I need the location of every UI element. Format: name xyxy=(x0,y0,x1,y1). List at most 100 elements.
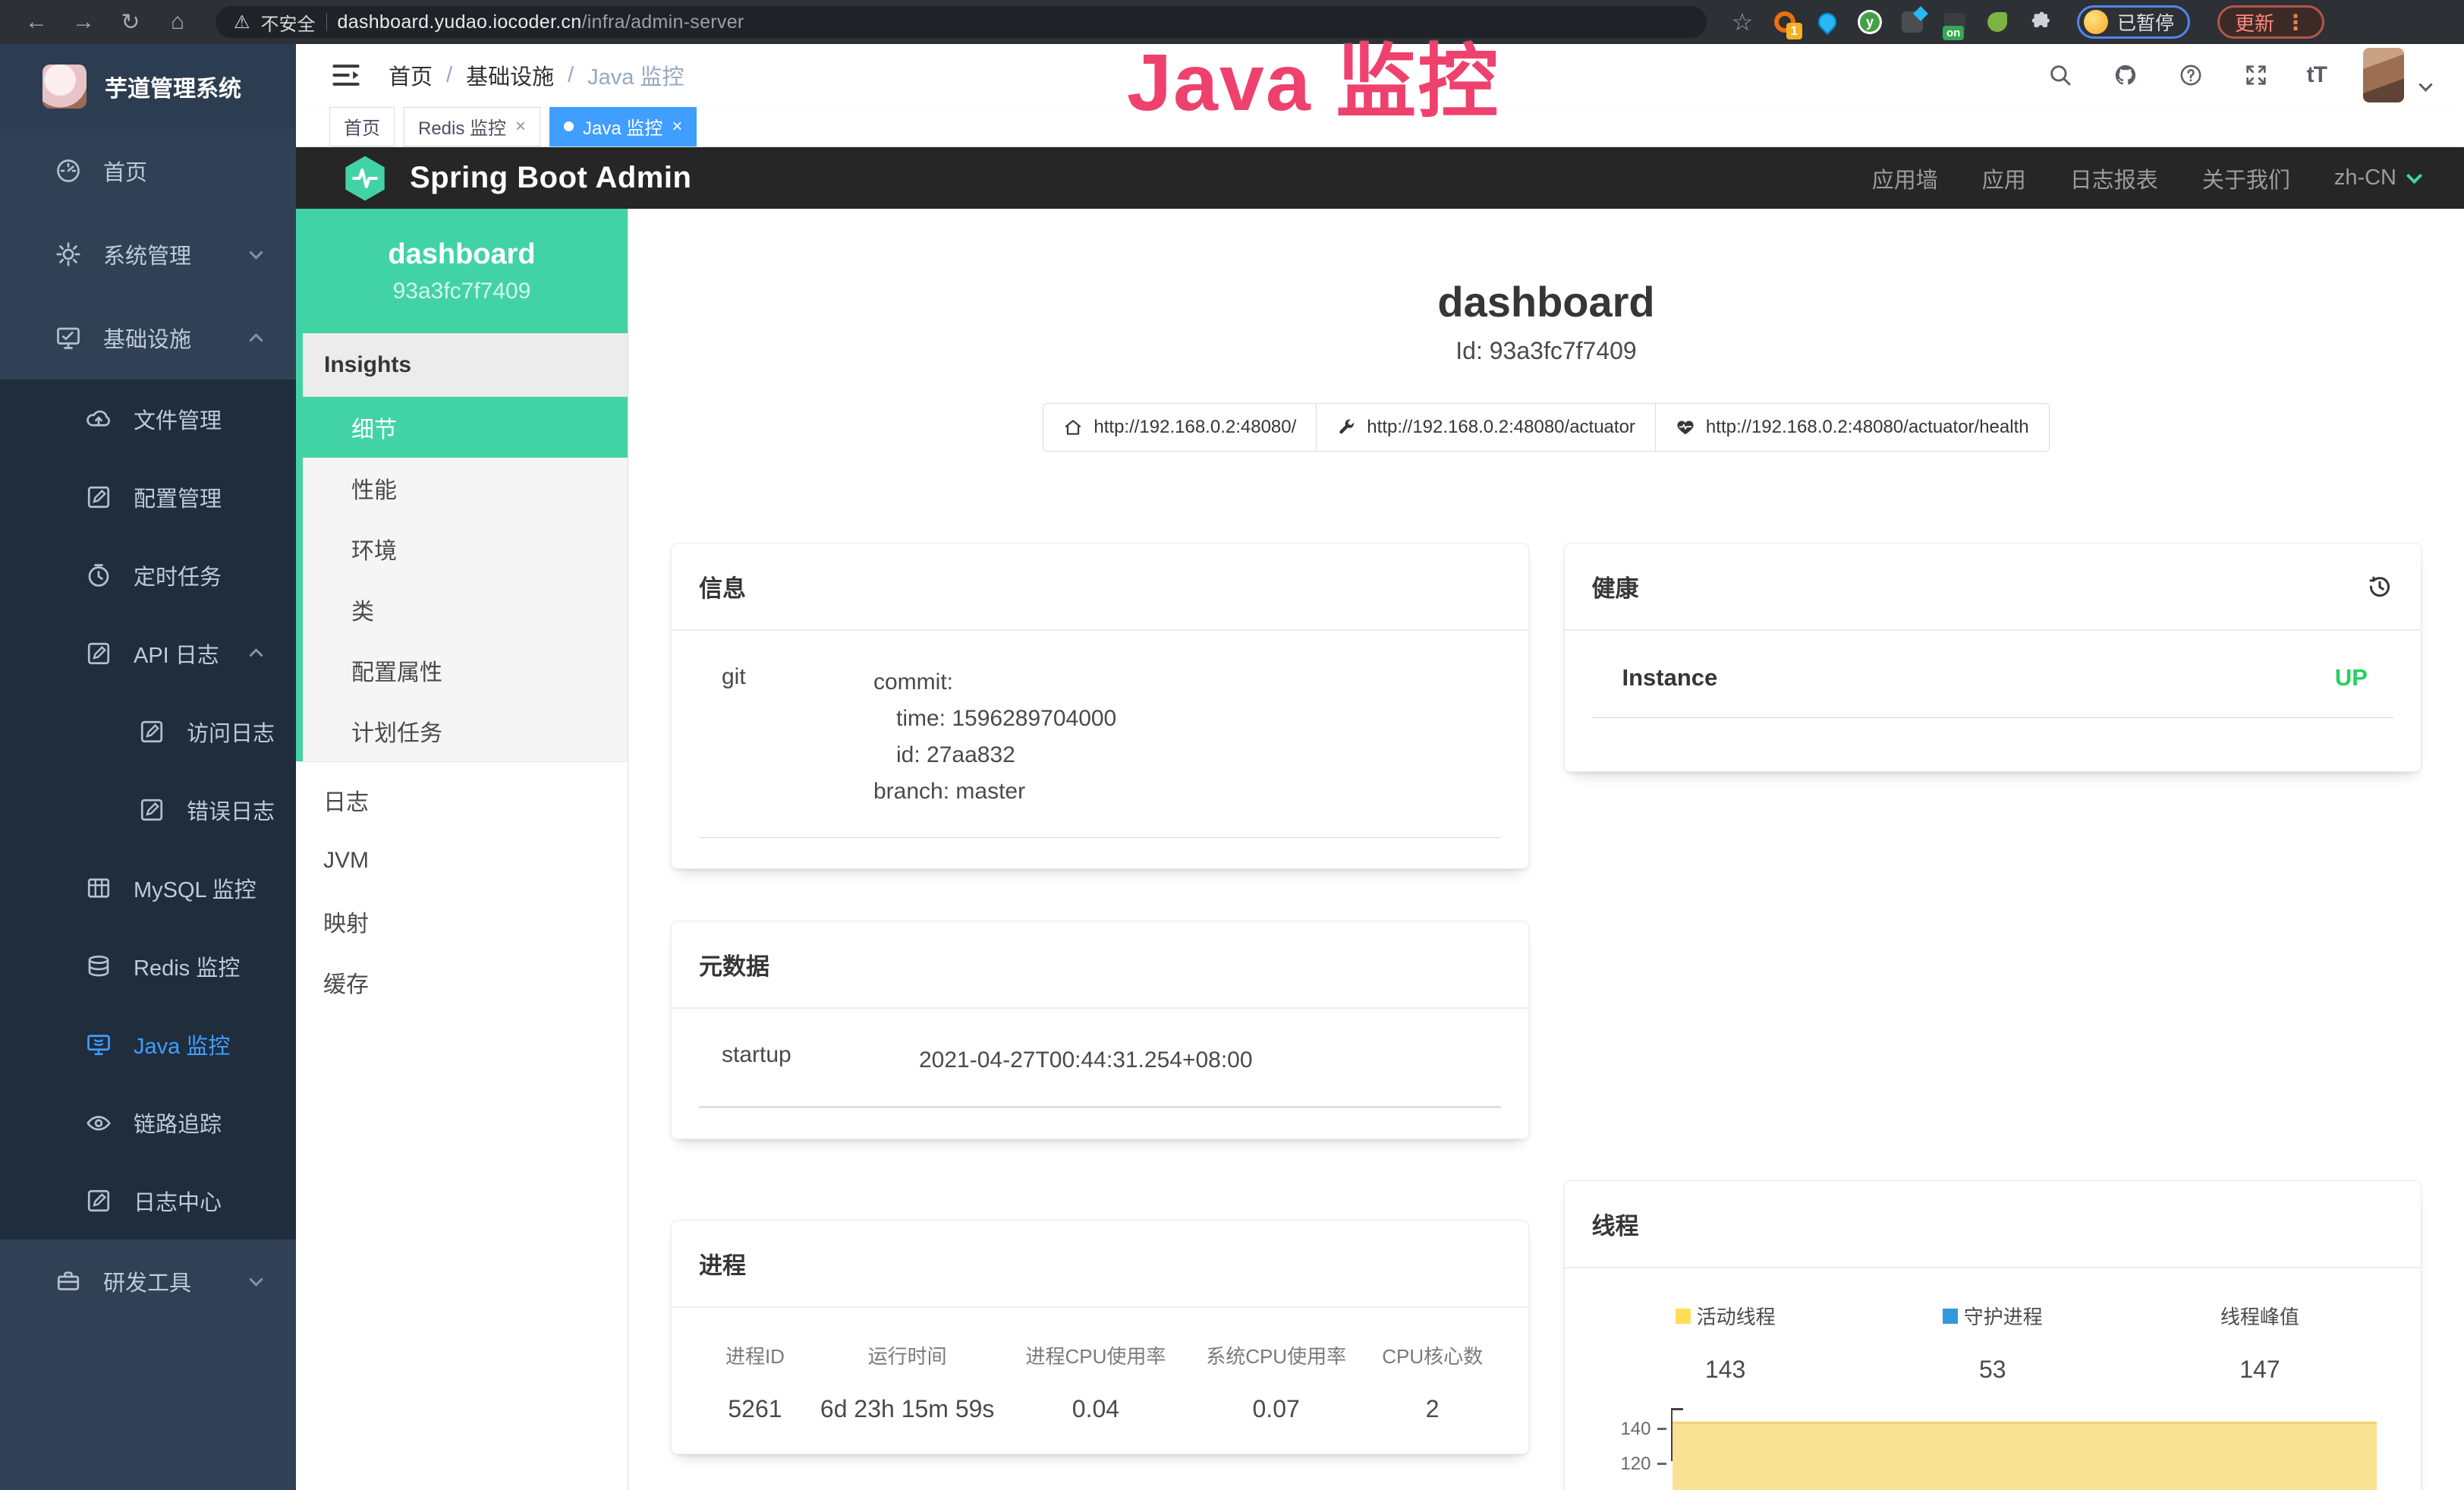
user-menu-caret-icon[interactable] xyxy=(2418,77,2432,91)
home-icon[interactable]: ⌂ xyxy=(158,5,197,39)
sidebar-item-config[interactable]: 配置管理 xyxy=(0,458,296,536)
url-text[interactable]: dashboard.yudao.iocoder.cn/infra/admin-s… xyxy=(338,11,744,33)
sba-item-logging[interactable]: 日志 xyxy=(296,770,628,830)
sba-brand[interactable]: Spring Boot Admin xyxy=(340,153,691,203)
sidebar-item-system[interactable]: 系统管理 xyxy=(0,213,296,296)
url-host: dashboard.yudao.iocoder.cn xyxy=(338,11,582,33)
sba-nav-journal[interactable]: 日志报表 xyxy=(2070,162,2158,194)
sidebar-item-redis[interactable]: Redis 监控 xyxy=(0,927,296,1005)
sba-item-configprops[interactable]: 配置属性 xyxy=(303,640,628,701)
sba-item-details[interactable]: 细节 xyxy=(303,397,628,458)
home-icon xyxy=(1063,417,1083,437)
breadcrumb-separator: / xyxy=(446,63,452,88)
sba-item-metrics[interactable]: 性能 xyxy=(303,458,628,518)
sba-item-mappings[interactable]: 映射 xyxy=(296,891,628,952)
user-avatar[interactable] xyxy=(2363,48,2404,102)
close-icon[interactable]: × xyxy=(515,118,526,136)
chevron-down-icon xyxy=(2406,168,2422,184)
security-label[interactable]: 不安全 xyxy=(261,9,316,36)
process-value-cpus: 2 xyxy=(1364,1395,1501,1423)
sba-nav-links: 应用墙 应用 日志报表 关于我们 zh-CN xyxy=(1872,162,2420,194)
sba-item-caches[interactable]: 缓存 xyxy=(296,952,628,1013)
history-icon[interactable] xyxy=(2366,573,2393,600)
sidebar-item-error-log[interactable]: 错误日志 xyxy=(0,770,296,849)
cards-right-column: 健康 Instance UP xyxy=(1564,543,2422,1490)
browser-extensions: ☆ 1 y on 已暂停 更新 ⋮ xyxy=(1729,5,2324,39)
service-url-button[interactable]: http://192.168.0.2:48080/ xyxy=(1043,403,1317,452)
process-table: 进程ID 运行时间 进程CPU使用率 系统CPU使用率 CPU核心数 5261 … xyxy=(699,1341,1501,1423)
sidebar-item-mysql[interactable]: MySQL 监控 xyxy=(0,849,296,927)
screen: ← → ↻ ⌂ ⚠ 不安全 dashboard.yudao.iocoder.cn… xyxy=(0,0,2464,1490)
extensions-puzzle-icon[interactable] xyxy=(2027,9,2053,35)
sidebar-item-trace[interactable]: 链路追踪 xyxy=(0,1083,296,1161)
sba-nav-applications[interactable]: 应用 xyxy=(1982,162,2026,194)
access-log-icon xyxy=(138,718,165,745)
fullscreen-icon[interactable] xyxy=(2242,61,2270,90)
extension-leaf-icon[interactable] xyxy=(1984,9,2010,35)
extension-orange-icon[interactable]: 1 xyxy=(1772,9,1798,35)
daemon-threads-value: 53 xyxy=(1859,1356,2126,1384)
sba-instance-sidebar: dashboard 93a3fc7f7409 Insights 细节 性能 环境… xyxy=(296,209,628,1490)
threads-card: 线程 活动线程 143 守护进程 xyxy=(1564,1180,2422,1490)
ytick-120: 120 xyxy=(1592,1454,1651,1475)
font-size-icon[interactable]: tT xyxy=(2307,62,2327,88)
sidebar-item-file[interactable]: 文件管理 xyxy=(0,380,296,458)
sidebar-item-label: 文件管理 xyxy=(134,403,222,435)
process-header-cpus: CPU核心数 xyxy=(1364,1341,1501,1369)
extension-grid-icon[interactable] xyxy=(1899,9,1925,35)
instance-id-line: Id: 93a3fc7f7409 xyxy=(628,337,2464,365)
app-shell: 芋道管理系统 首页 系统管理 基础设施 xyxy=(0,44,2464,1490)
bookmark-star-icon[interactable]: ☆ xyxy=(1729,9,1755,35)
sba-nav-wallboard[interactable]: 应用墙 xyxy=(1872,162,1938,194)
sidebar-item-label: Redis 监控 xyxy=(134,950,240,982)
github-icon[interactable] xyxy=(2111,61,2140,90)
sba-item-environment[interactable]: 环境 xyxy=(303,518,628,579)
extension-pin-icon[interactable] xyxy=(1814,9,1840,35)
annotation-java-monitor: Java 监控 xyxy=(1127,17,1499,134)
actuator-url-button[interactable]: http://192.168.0.2:48080/actuator xyxy=(1316,403,1656,452)
health-heart-icon xyxy=(1676,417,1695,437)
cards-area: 信息 git commit: time: 1596289704000 id: 2… xyxy=(628,452,2464,1490)
tick-mark xyxy=(1657,1428,1666,1430)
instance-id: 93a3fc7f7409 xyxy=(393,279,531,304)
extension-switch-icon[interactable]: on xyxy=(1942,9,1968,35)
app-logo[interactable]: 芋道管理系统 xyxy=(0,44,296,129)
profile-paused-chip[interactable]: 已暂停 xyxy=(2077,5,2190,39)
tab-redis-monitor[interactable]: Redis 监控 × xyxy=(404,107,540,146)
sidebar-item-java-monitor[interactable]: Java 监控 xyxy=(0,1005,296,1083)
sba-language-select[interactable]: zh-CN xyxy=(2334,165,2420,191)
sba-brand-title: Spring Boot Admin xyxy=(410,161,691,195)
sba-item-jvm[interactable]: JVM xyxy=(296,830,628,891)
timer-icon xyxy=(85,562,112,589)
breadcrumb-infra[interactable]: 基础设施 xyxy=(466,59,554,91)
chrome-update-button[interactable]: 更新 ⋮ xyxy=(2217,5,2324,39)
help-icon[interactable] xyxy=(2176,61,2205,90)
sidebar-item-infra[interactable]: 基础设施 xyxy=(0,296,296,380)
browser-menu-icon[interactable]: ⋮ xyxy=(2285,10,2307,35)
search-icon[interactable] xyxy=(2046,61,2075,90)
sidebar-toggle-hamburger-icon[interactable] xyxy=(329,58,363,92)
sidebar-item-home[interactable]: 首页 xyxy=(0,129,296,213)
sidebar-item-api-log[interactable]: API 日志 xyxy=(0,614,296,692)
sidebar-item-job[interactable]: 定时任务 xyxy=(0,536,296,614)
sidebar-item-devtools[interactable]: 研发工具 xyxy=(0,1240,296,1323)
tab-home[interactable]: 首页 xyxy=(329,107,395,146)
sidebar-item-log-center[interactable]: 日志中心 xyxy=(0,1161,296,1240)
instance-header: dashboard 93a3fc7f7409 xyxy=(296,209,628,333)
back-icon[interactable]: ← xyxy=(17,5,56,39)
close-icon[interactable]: × xyxy=(672,118,682,136)
tab-java-monitor[interactable]: Java 监控 × xyxy=(549,107,697,146)
breadcrumb-home[interactable]: 首页 xyxy=(389,59,433,91)
sba-logo-hexagon-icon xyxy=(340,153,390,203)
metadata-key: startup xyxy=(699,1042,919,1079)
extension-youdao-icon[interactable]: y xyxy=(1857,9,1883,35)
forward-icon[interactable]: → xyxy=(64,5,103,39)
sidebar-item-label: 首页 xyxy=(103,155,147,187)
sba-nav-about[interactable]: 关于我们 xyxy=(2202,162,2290,194)
sba-item-scheduled-tasks[interactable]: 计划任务 xyxy=(303,701,628,761)
sidebar-item-access-log[interactable]: 访问日志 xyxy=(0,692,296,770)
sba-item-classes[interactable]: 类 xyxy=(303,579,628,640)
health-url-button[interactable]: http://192.168.0.2:48080/actuator/health xyxy=(1655,403,2050,452)
reload-icon[interactable]: ↻ xyxy=(111,5,150,39)
wrench-icon xyxy=(1336,417,1356,437)
